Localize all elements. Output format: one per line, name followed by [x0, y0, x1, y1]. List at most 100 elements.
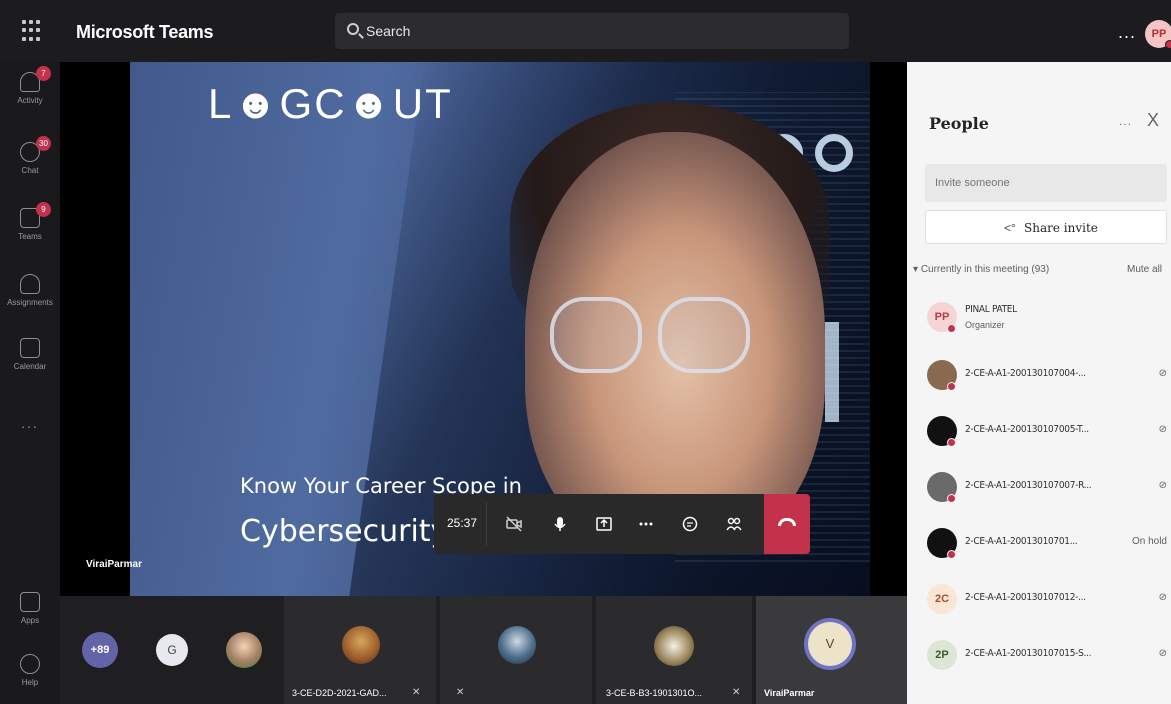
glasses-right [658, 297, 750, 373]
person-row[interactable]: 2-CE-A-A1-20013010701... On hold [927, 520, 1167, 570]
hang-up-button[interactable] [764, 494, 810, 554]
meeting-chat-button[interactable] [674, 508, 706, 540]
more-options-button[interactable]: ... [1118, 22, 1136, 43]
teams-badge: 9 [36, 202, 51, 217]
slide-title: Cybersecurity [240, 514, 449, 549]
share-invite-label: Share invite [1024, 221, 1098, 235]
app-launcher-icon[interactable] [22, 20, 44, 42]
presence-busy-icon [947, 324, 956, 333]
call-controls: 25:37 [434, 494, 810, 554]
rail-item-assignments[interactable]: Assignments [0, 274, 60, 307]
mic-toggle-button[interactable] [544, 508, 576, 540]
profile-initials: PP [1151, 28, 1167, 40]
person-row[interactable]: 2-CE-A-A1-200130107004-... ⊘ [927, 352, 1167, 402]
participant-strip: +89 G 3-CE-D2D-2021-GAD... ✕ ✕ 3-CE-B-B3… [60, 596, 907, 704]
share-icon: <° [1004, 221, 1016, 235]
profile-avatar[interactable]: PP [1145, 20, 1171, 49]
presence-busy-icon [1165, 40, 1171, 49]
participant-tile[interactable]: 3-CE-B-B3-1901301O... ✕ [596, 596, 752, 704]
mic-off-icon: ⊘ [1158, 480, 1167, 491]
rail-label: Teams [18, 232, 42, 241]
participant-tile[interactable]: 3-CE-D2D-2021-GAD... ✕ [284, 596, 436, 704]
meeting-section-header[interactable]: ▾ Currently in this meeting (93) [913, 264, 1049, 275]
chat-icon [682, 516, 698, 532]
person-row[interactable]: 2-CE-A-A1-200130107007-R... ⊘ [927, 464, 1167, 514]
panel-more-button[interactable]: ... [1119, 114, 1132, 128]
rail-item-teams[interactable]: 9 Teams [0, 202, 60, 241]
help-icon [20, 654, 40, 674]
people-panel: People ... X <° Share invite ▾ Currently… [907, 62, 1171, 704]
person-name: 2-CE-A-A1-200130107004-... [965, 368, 1086, 379]
person-name: 2-CE-A-A1-200130107015-S... [965, 648, 1092, 659]
on-hold-status: On hold [1131, 536, 1167, 547]
mute-all-button[interactable]: Mute all [1127, 264, 1162, 275]
speaker-name-label: ViraiParmar [86, 559, 142, 570]
mic-off-icon: ⊘ [1158, 424, 1167, 435]
person-name: 2-CE-A-A1-200130107012-... [965, 592, 1086, 603]
apps-icon [20, 592, 40, 612]
overflow-tile[interactable]: +89 G [60, 596, 284, 704]
mic-off-icon: ✕ [732, 687, 741, 698]
participant-avatar [498, 626, 536, 664]
person-name: 2-CE-A-A1-20013010701... [965, 536, 1078, 547]
rail-item-activity[interactable]: 7 Activity [0, 66, 60, 105]
participant-name: 3-CE-D2D-2021-GAD... [292, 688, 387, 698]
self-name: ViraiParmar [764, 688, 815, 698]
person-name: 2-CE-A-A1-200130107005-T... [965, 424, 1089, 435]
microphone-icon [554, 517, 566, 531]
teams-window: Microsoft Teams Search ... PP 7 Activity… [0, 0, 1171, 704]
call-timer: 25:37 [447, 516, 478, 530]
rail-item-help[interactable]: Help [0, 654, 60, 687]
more-apps-button[interactable]: ... [0, 415, 60, 431]
chat-badge: 30 [36, 136, 51, 151]
participant-avatar [654, 626, 694, 666]
participant-name: 3-CE-B-B3-1901301O... [606, 688, 703, 698]
participant-avatar-g[interactable]: G [156, 634, 188, 666]
rail-label: Assignments [7, 298, 53, 307]
close-icon[interactable]: X [1147, 110, 1159, 131]
section-label: Currently in this meeting (93) [920, 264, 1050, 275]
person-avatar: 2P [927, 640, 957, 670]
presence-busy-icon [947, 494, 956, 503]
invite-field[interactable] [925, 164, 1167, 202]
person-name: 2-CE-A-A1-200130107007-R... [965, 480, 1092, 491]
person-row[interactable]: PP PINAL PATEL Organizer [927, 294, 1167, 344]
share-invite-button[interactable]: <° Share invite [925, 210, 1167, 244]
rail-label: Activity [17, 96, 43, 105]
assignments-icon [20, 274, 40, 294]
divider [486, 502, 487, 546]
more-actions-button[interactable] [630, 508, 662, 540]
participants-button[interactable] [718, 508, 750, 540]
mic-off-icon: ✕ [412, 687, 421, 698]
hud-ring-icon [815, 134, 853, 172]
search-icon [347, 23, 359, 35]
participant-tile[interactable]: ✕ [440, 596, 592, 704]
person-row[interactable]: 2-CE-A-A1-200130107005-T... ⊘ [927, 408, 1167, 458]
activity-badge: 7 [36, 66, 51, 81]
search-box[interactable]: Search [335, 13, 849, 49]
panel-title: People [929, 114, 989, 133]
presence-busy-icon [947, 382, 956, 391]
mic-off-icon: ✕ [456, 687, 465, 698]
video-stage[interactable]: L☻GC☻UT Know Your Career Scope in Cybers… [60, 62, 907, 596]
mic-off-icon: ⊘ [1158, 592, 1167, 603]
person-row[interactable]: 2C 2-CE-A-A1-200130107012-... ⊘ [927, 576, 1167, 626]
top-bar: Microsoft Teams Search ... PP [0, 0, 1171, 62]
search-input[interactable]: Search [366, 23, 410, 39]
share-screen-button[interactable] [588, 508, 620, 540]
rail-label: Apps [20, 616, 40, 625]
self-avatar: V [808, 622, 852, 666]
participant-avatar [342, 626, 380, 664]
participant-avatar-photo[interactable] [226, 632, 262, 668]
person-name: PINAL PATEL [965, 304, 1017, 315]
glasses-left [550, 297, 642, 373]
rail-item-chat[interactable]: 30 Chat [0, 136, 60, 175]
person-row[interactable]: 2P 2-CE-A-A1-200130107015-S... ⊘ [927, 632, 1167, 682]
invite-input[interactable] [925, 164, 1167, 202]
self-tile[interactable]: V ViraiParmar [756, 596, 907, 704]
camera-toggle-button[interactable] [498, 508, 530, 540]
hud-bar [825, 322, 839, 422]
overflow-count[interactable]: +89 [82, 632, 118, 668]
rail-item-calendar[interactable]: Calendar [0, 338, 60, 371]
rail-item-apps[interactable]: Apps [0, 592, 60, 625]
